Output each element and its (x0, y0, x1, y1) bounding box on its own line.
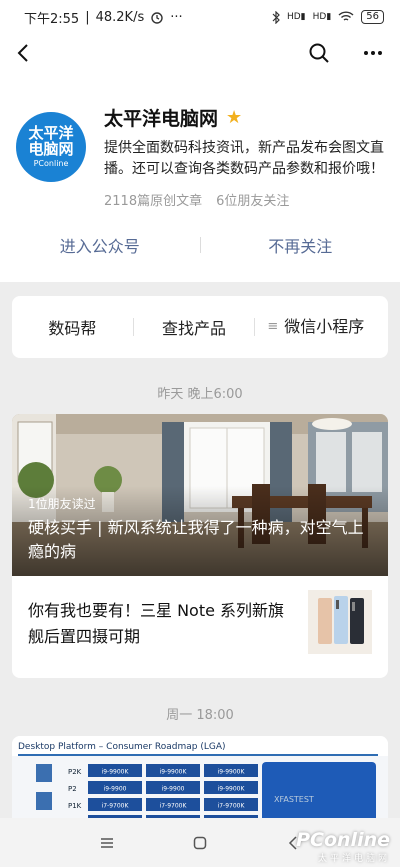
status-time: 下午2:55 (24, 11, 80, 27)
article-card: 1位朋友读过 硬核买手 | 新风系统让我得了一种病，对空气上瘾的病 你有我也要有… (12, 414, 388, 678)
friends-follow[interactable]: 6位朋友关注 (216, 190, 289, 209)
sys-menu-button[interactable] (94, 830, 120, 856)
pconline-watermark: PConline 太平洋电脑网 (296, 829, 390, 864)
menu-item-find-products[interactable]: 查找产品 (134, 315, 255, 339)
star-icon: ★ (226, 107, 243, 128)
slide-cell-text: i7-9700K (160, 803, 188, 810)
account-name-text: 太平洋电脑网 (104, 108, 219, 130)
more-button[interactable] (360, 40, 386, 66)
account-description: 提供全面数码科技资讯，新产品发布会图文直播。还可以查询各类数码产品参数和报价哦！ (104, 140, 384, 177)
slide-cell-text: i7-9700K (102, 803, 130, 810)
slide-cell-text: i9-9900K (160, 769, 188, 776)
menu-lines-icon: ≡ (267, 319, 279, 334)
back-button[interactable] (10, 40, 36, 66)
slide-cell-text: i9-9900K (218, 786, 246, 793)
sys-home-button[interactable] (187, 830, 213, 856)
slide-cell-text: i7-9700K (218, 803, 246, 810)
logo-line2: 电脑网 (28, 140, 74, 158)
status-bar: 下午2:55 | 48.2K/s ··· HD▮ HD▮ 56 (0, 0, 400, 34)
more-dots-icon: ··· (170, 9, 183, 25)
unfollow-button[interactable]: 不再关注 (201, 233, 400, 257)
menu-item-mini-program[interactable]: ≡ 微信小程序 (255, 315, 388, 339)
status-separator: | (85, 9, 90, 25)
slide-cell-text: i9-9900K (218, 769, 246, 776)
sub-article-title: 你有我也要有！三星 Note 系列新旗舰后置四摄可期 (28, 601, 285, 646)
status-left: 下午2:55 | 48.2K/s ··· (24, 8, 183, 27)
sub-article[interactable]: 你有我也要有！三星 Note 系列新旗舰后置四摄可期 (12, 576, 388, 678)
bluetooth-icon (272, 10, 280, 24)
slide-cell-text: i9-9900 (162, 786, 185, 793)
logo-line1: 太平洋 (28, 124, 74, 142)
slide-row-label: P2K (68, 768, 82, 776)
watermark-sub: 太平洋电脑网 (317, 854, 390, 864)
slide-cell-text: i9-9900K (102, 769, 130, 776)
article-cover[interactable]: 1位朋友读过 硬核买手 | 新风系统让我得了一种病，对空气上瘾的病 (12, 414, 388, 576)
search-button[interactable] (306, 40, 332, 66)
wifi-icon (338, 11, 354, 21)
slide-brand-mark: XFASTEST (274, 795, 314, 804)
signal-icon-1: HD▮ (286, 12, 306, 22)
slide-title: Desktop Platform – Consumer Roadmap (LGA… (18, 742, 226, 752)
nav-right (306, 40, 390, 66)
network-speed: 48.2K/s (95, 9, 145, 25)
account-profile: 太平洋 电脑网 PConline 太平洋电脑网 ★ 提供全面数码科技资讯，新产品… (0, 72, 400, 282)
back-arrow-icon (17, 44, 28, 62)
signal-hd-2: HD (312, 12, 327, 22)
profile-actions: 进入公众号 不再关注 (0, 230, 400, 260)
watermark-main: PConline (296, 829, 390, 851)
enter-account-button[interactable]: 进入公众号 (0, 233, 200, 257)
slide-row-label: P1K (68, 802, 82, 810)
account-logo: 太平洋 电脑网 PConline (16, 112, 86, 182)
signal-hd-1: HD (286, 12, 301, 22)
slide-cell-text: i9-9900 (104, 786, 127, 793)
slide-row-label: P2 (68, 785, 77, 793)
timeline-label: 昨天 晚上6:00 (157, 387, 243, 402)
articles-count: 2118篇原创文章 (104, 194, 203, 209)
alarm-icon (151, 12, 163, 24)
article-main-title[interactable]: 硬核买手 | 新风系统让我得了一种病，对空气上瘾的病 (28, 516, 378, 564)
sub-article-thumbnail (308, 590, 372, 654)
logo-en: PConline (33, 159, 69, 168)
account-name: 太平洋电脑网 ★ (104, 104, 242, 131)
sys-menu-icon (100, 837, 113, 848)
more-icon (364, 51, 382, 55)
friends-read-note: 1位朋友读过 (28, 497, 96, 511)
timeline-label: 周一 18:00 (166, 708, 234, 723)
nav-bar (0, 34, 400, 72)
menu-item-shumabang[interactable]: 数码帮 (12, 315, 133, 339)
sys-home-icon (193, 836, 207, 849)
menu-item-mini-program-label: 微信小程序 (284, 317, 365, 336)
account-stats: 2118篇原创文章 6位朋友关注 (104, 190, 289, 209)
search-icon (309, 43, 329, 63)
battery-indicator: 56 (361, 10, 384, 24)
phone-image (308, 590, 372, 654)
account-menu: 数码帮 查找产品 ≡ 微信小程序 (12, 296, 388, 358)
signal-icon-2: HD▮ (312, 12, 332, 22)
status-right: HD▮ HD▮ 56 (272, 10, 384, 24)
